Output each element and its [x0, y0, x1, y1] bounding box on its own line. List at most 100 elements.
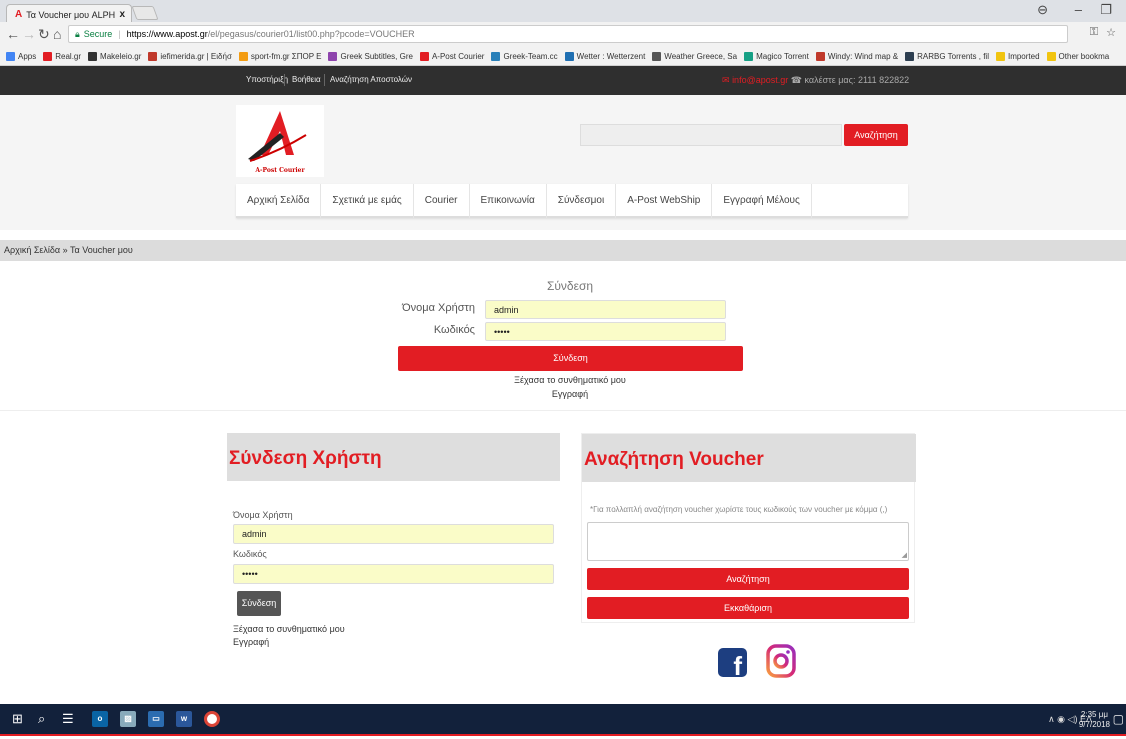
bookmark-item[interactable]: Wetter : Wetterzent [564, 52, 646, 61]
bookmark-item[interactable]: A-Post Courier [419, 52, 484, 61]
username-input[interactable]: admin [485, 300, 726, 319]
tab-close-icon[interactable]: x [119, 9, 125, 20]
browser-tab[interactable]: A Τα Voucher μου ALPHA F x [6, 4, 132, 22]
nav-courier[interactable]: Courier [414, 184, 470, 218]
bookmark-item[interactable]: iefimerida.gr | Ειδήσ [148, 52, 232, 61]
instagram-icon[interactable] [766, 642, 796, 680]
bookmark-item[interactable]: Magico Torrent [744, 52, 809, 61]
browser-tab-strip: A Τα Voucher μου ALPHA F x ⊖ – ❐ [0, 0, 1126, 22]
site-header: A-Post Courier Αναζήτηση Αρχική Σελίδα Σ… [0, 95, 1126, 230]
nav-contact[interactable]: Επικοινωνία [470, 184, 547, 218]
outlook-app-icon[interactable]: o [92, 711, 108, 727]
user-login-panel-title: Σύνδεση Χρήστη [227, 433, 560, 481]
network-icon[interactable]: ◉ [1057, 714, 1065, 724]
file-explorer-app-icon[interactable]: ▭ [148, 711, 164, 727]
voucher-clear-button[interactable]: Εκκαθάριση [587, 597, 909, 619]
panel-register-link[interactable]: Εγγραφή [233, 637, 269, 647]
register-link[interactable]: Εγγραφή [470, 389, 670, 399]
contact-email[interactable]: info@apost.gr [732, 75, 788, 85]
url-path: /el/pegasus/courier01/list00.php?pcode=V… [207, 29, 415, 39]
bookmark-item[interactable]: RARBG Torrents , fil [905, 52, 989, 61]
bookmark-label: iefimerida.gr | Ειδήσ [160, 52, 232, 61]
facebook-icon[interactable]: f [718, 648, 747, 677]
bookmark-label: Greek Subtitles, Gre [340, 52, 413, 61]
apost-favicon-icon: A [15, 9, 23, 20]
nav-home[interactable]: Αρχική Σελίδα [236, 184, 322, 218]
forward-arrow-icon[interactable]: → [22, 26, 36, 42]
volume-icon[interactable]: ◁) [1068, 714, 1078, 724]
bookmark-item[interactable]: Other bookma [1046, 52, 1110, 61]
windows-taskbar: ⊞ ⌕ ☰ o ▨ ▭ w ∧ ◉ ◁) ΕΛ 2:35 μμ 9/7/2018… [0, 704, 1126, 734]
bookmark-label: Imported [1007, 52, 1040, 61]
login-title: Σύνδεση [546, 279, 594, 293]
bookmark-label: Wetter : Wetterzent [576, 52, 646, 61]
bookmark-favicon-icon [995, 52, 1005, 61]
help-link[interactable]: Βοήθεια [292, 75, 321, 84]
bookmark-label: Magico Torrent [756, 52, 809, 61]
bookmark-item[interactable]: Greek-Team.cc [491, 52, 558, 61]
bookmark-item[interactable]: Makeleio.gr [88, 52, 141, 61]
resize-grip-icon[interactable]: ◢ [902, 551, 907, 559]
minimize-icon[interactable]: – [1075, 2, 1082, 17]
bookmark-favicon-icon [148, 52, 158, 61]
top-divider [284, 74, 285, 86]
photos-app-icon[interactable]: ▨ [120, 711, 136, 727]
restore-icon[interactable]: ❐ [1100, 2, 1112, 18]
bookmark-item[interactable]: Greek Subtitles, Gre [328, 52, 413, 61]
panel-login-button[interactable]: Σύνδεση [237, 591, 281, 616]
address-bar[interactable]: 🔒︎ Secure | https://www.apost.gr/el/pega… [68, 25, 1068, 43]
bookmark-label: sport-fm.gr ΣΠΟΡ Ε [250, 52, 322, 61]
voucher-codes-textarea[interactable]: ◢ [587, 522, 909, 561]
tab-title: Τα Voucher μου ALPHA F [26, 9, 116, 20]
shipment-search-link[interactable]: Αναζήτηση Αποστολών [330, 75, 412, 84]
bookmark-item[interactable]: Windy: Wind map & [815, 52, 898, 61]
tray-chevron-icon[interactable]: ∧ [1048, 714, 1055, 724]
panel-password-label: Κωδικός [233, 549, 267, 559]
nav-links[interactable]: Σύνδεσμοι [547, 184, 617, 218]
panel-forgot-password-link[interactable]: Ξέχασα το συνθηματικό μου [233, 624, 345, 634]
password-input[interactable]: ••••• [485, 322, 726, 341]
panel-username-input[interactable]: admin [233, 524, 554, 544]
panel-password-input[interactable]: ••••• [233, 564, 554, 584]
bookmark-label: Other bookma [1058, 52, 1110, 61]
back-arrow-icon[interactable]: ← [6, 26, 20, 42]
bookmark-item[interactable]: Weather Greece, Sa [652, 52, 737, 61]
key-icon[interactable]: ⚿ [1090, 26, 1098, 39]
nav-register[interactable]: Εγγραφή Μέλους [712, 184, 812, 218]
voucher-search-button[interactable]: Αναζήτηση [587, 568, 909, 590]
username-label: Όνομα Χρήστη [402, 302, 475, 314]
bookmark-favicon-icon [744, 52, 754, 61]
forgot-password-link[interactable]: Ξέχασα το συνθηματικό μου [470, 375, 670, 385]
bookmark-favicon-icon [1046, 52, 1056, 61]
task-view-icon[interactable]: ☰ [62, 712, 74, 726]
notifications-icon[interactable]: ▢ [1113, 712, 1124, 726]
support-link[interactable]: Υποστήριξη [246, 75, 288, 84]
new-tab-button[interactable] [131, 6, 159, 20]
bookmark-favicon-icon [419, 52, 429, 61]
home-icon[interactable]: ⌂ [53, 26, 61, 42]
profile-icon[interactable]: ⊖ [1037, 2, 1048, 18]
word-app-icon[interactable]: w [176, 711, 192, 727]
nav-webship[interactable]: A-Post WebShip [616, 184, 713, 218]
site-search-input[interactable] [580, 124, 842, 146]
bookmark-favicon-icon [564, 52, 574, 61]
bookmark-item[interactable]: sport-fm.gr ΣΠΟΡ Ε [238, 52, 322, 61]
taskbar-clock[interactable]: 2:35 μμ 9/7/2018 [1079, 710, 1110, 730]
login-submit-button[interactable]: Σύνδεση [398, 346, 743, 371]
bookmark-item[interactable]: Apps [6, 52, 36, 61]
reload-icon[interactable]: ↻ [38, 26, 50, 42]
bookmark-label: Real.gr [55, 52, 82, 61]
windows-start-icon[interactable]: ⊞ [12, 712, 23, 726]
chrome-app-icon[interactable] [204, 711, 220, 727]
top-divider [324, 74, 325, 86]
nav-about[interactable]: Σχετικά με εμάς [321, 184, 414, 218]
bookmark-label: Greek-Team.cc [503, 52, 558, 61]
site-search-button[interactable]: Αναζήτηση [844, 124, 908, 146]
voucher-panel-title: Αναζήτηση Voucher [582, 434, 916, 482]
bookmark-star-icon[interactable]: ☆ [1106, 26, 1116, 39]
apost-logo[interactable]: A-Post Courier [236, 105, 324, 177]
search-icon[interactable]: ⌕ [38, 712, 45, 726]
bookmark-item[interactable]: Real.gr [43, 52, 81, 61]
bookmark-favicon-icon [88, 52, 98, 61]
bookmark-item[interactable]: Imported [995, 52, 1040, 61]
